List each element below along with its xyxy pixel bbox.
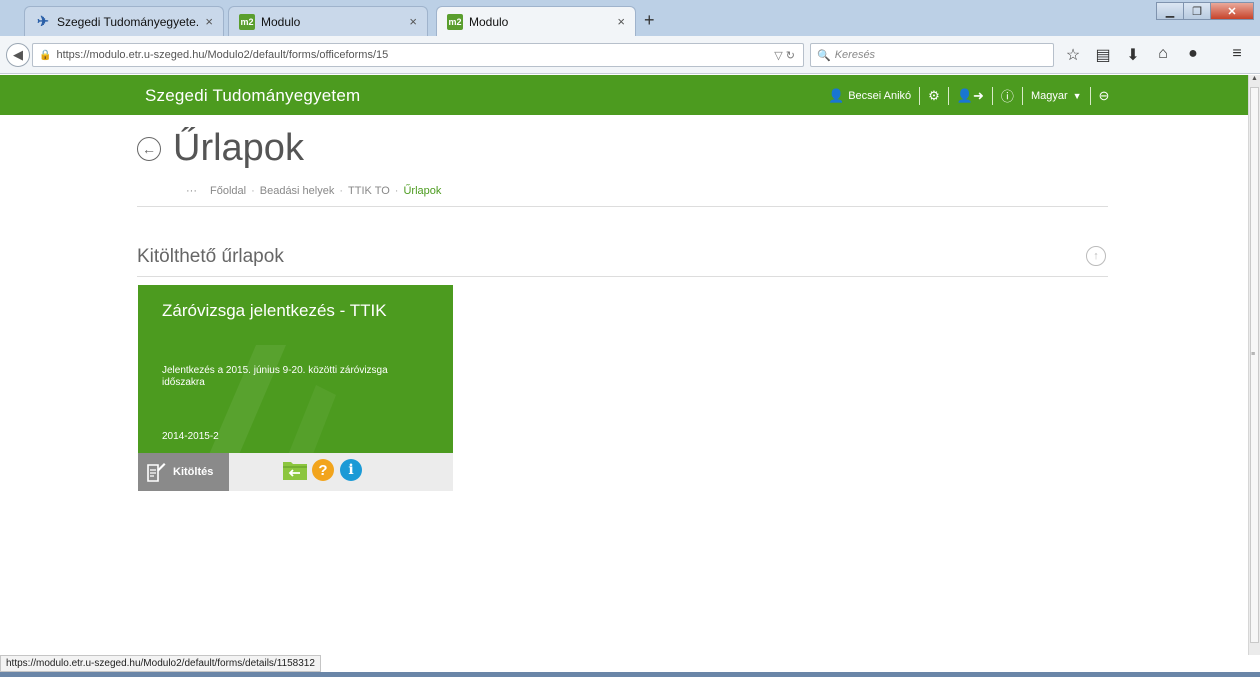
url-text: https://modulo.etr.u-szeged.hu/Modulo2/d… bbox=[56, 49, 389, 61]
close-window-button[interactable]: ✕ bbox=[1210, 2, 1254, 20]
brand-name[interactable]: Szegedi Tudományegyetem bbox=[145, 86, 360, 106]
divider bbox=[1021, 86, 1023, 105]
tab-szegedi[interactable]: ✈ Szegedi Tudományegyete... × bbox=[24, 6, 224, 36]
divider bbox=[919, 86, 921, 105]
scroll-up-icon[interactable]: ▲ bbox=[1249, 75, 1260, 82]
tab-close-icon[interactable]: × bbox=[617, 14, 625, 29]
info-icon[interactable]: i bbox=[340, 459, 362, 481]
breadcrumb-item-current: Űrlapok bbox=[403, 185, 442, 197]
window-controls: ▁ ❐ ✕ bbox=[1156, 2, 1254, 20]
question-icon[interactable]: ? bbox=[312, 459, 334, 481]
breadcrumb-item-home[interactable]: Főoldal bbox=[210, 185, 246, 197]
tab-modulo-1[interactable]: m2 Modulo × bbox=[228, 6, 428, 36]
toolbar-icons: ☆ ▤ ⬇ ⌂ ● ≡ bbox=[1058, 45, 1252, 65]
new-tab-button[interactable]: + bbox=[644, 10, 655, 31]
back-arrow-icon[interactable]: ← bbox=[137, 136, 161, 161]
up-arrow-icon[interactable]: ↑ bbox=[1086, 246, 1106, 266]
minimize-button[interactable]: ▁ bbox=[1156, 2, 1184, 20]
breadcrumb-item-ttik[interactable]: TTIK TO bbox=[348, 185, 390, 197]
back-button[interactable]: ◀ bbox=[6, 43, 30, 67]
reading-list-icon[interactable]: ▤ bbox=[1088, 45, 1118, 65]
user-icon: 👤 bbox=[828, 87, 845, 103]
page-header: ← Űrlapok bbox=[137, 127, 304, 170]
vertical-scrollbar[interactable]: ▲ ≡ bbox=[1248, 75, 1260, 655]
divider bbox=[137, 206, 1108, 207]
divider bbox=[1089, 86, 1091, 105]
search-placeholder: Keresés bbox=[834, 49, 876, 61]
document-edit-icon bbox=[147, 463, 166, 482]
restore-button[interactable]: ❐ bbox=[1183, 2, 1211, 20]
tab-modulo-active[interactable]: m2 Modulo × bbox=[436, 6, 636, 36]
folder-back-icon[interactable] bbox=[282, 459, 308, 481]
app-header: Szegedi Tudományegyetem 👤 Becsei Anikó ⚙… bbox=[0, 75, 1248, 115]
section-title: Kitölthető űrlapok bbox=[137, 246, 284, 267]
language-select[interactable]: Magyar bbox=[1031, 90, 1068, 102]
user-menu: 👤 Becsei Anikó ⚙ 👤➜ ⓘ Magyar ▼ ⊖ bbox=[828, 86, 1109, 105]
home-icon[interactable]: ⌂ bbox=[1148, 45, 1178, 65]
lock-icon: 🔒 bbox=[39, 49, 52, 61]
gear-icon[interactable]: ⚙ bbox=[928, 88, 940, 104]
form-period: 2014-2015-2 bbox=[162, 431, 219, 442]
breadcrumb: ··· Főoldal · Beadási helyek · TTIK TO ·… bbox=[186, 185, 442, 197]
scroll-grip-icon: ≡ bbox=[1251, 351, 1256, 358]
fill-button-label: Kitöltés bbox=[173, 466, 214, 478]
chevron-down-icon[interactable]: ▼ bbox=[1073, 91, 1082, 101]
modulo-favicon-icon: m2 bbox=[447, 13, 463, 30]
form-action-icons: ? i bbox=[282, 459, 362, 481]
breadcrumb-ellipsis[interactable]: ··· bbox=[186, 185, 197, 197]
tab-close-icon[interactable]: × bbox=[205, 14, 213, 29]
status-url: https://modulo.etr.u-szeged.hu/Modulo2/d… bbox=[6, 658, 315, 669]
url-bar[interactable]: 🔒 https://modulo.etr.u-szeged.hu/Modulo2… bbox=[32, 43, 804, 67]
switch-user-icon[interactable]: 👤➜ bbox=[957, 88, 984, 104]
divider bbox=[137, 276, 1108, 277]
status-bar: https://modulo.etr.u-szeged.hu/Modulo2/d… bbox=[0, 655, 321, 672]
os-taskbar bbox=[0, 672, 1260, 677]
scroll-thumb[interactable] bbox=[1250, 87, 1259, 643]
back-icon: ◀ bbox=[13, 47, 23, 62]
page-viewport: Szegedi Tudományegyetem 👤 Becsei Anikó ⚙… bbox=[0, 75, 1248, 655]
modulo-favicon-icon: m2 bbox=[239, 13, 255, 30]
chat-icon[interactable]: ● bbox=[1178, 45, 1208, 65]
browser-tab-bar: ✈ Szegedi Tudományegyete... × m2 Modulo … bbox=[0, 0, 1260, 36]
tab-label: Szegedi Tudományegyete... bbox=[57, 14, 200, 29]
form-card[interactable]: Záróvizsga jelentkezés - TTIK Jelentkezé… bbox=[138, 285, 453, 491]
page-title: Űrlapok bbox=[173, 127, 304, 169]
form-card-body[interactable]: Záróvizsga jelentkezés - TTIK Jelentkezé… bbox=[138, 285, 453, 453]
reload-icon[interactable]: ▽ ↻ bbox=[774, 49, 795, 62]
user-name[interactable]: Becsei Anikó bbox=[848, 90, 911, 102]
form-title: Záróvizsga jelentkezés - TTIK bbox=[162, 301, 387, 320]
tab-label: Modulo bbox=[261, 14, 301, 29]
browser-nav-bar: ◀ 🔒 https://modulo.etr.u-szeged.hu/Modul… bbox=[0, 36, 1260, 74]
university-favicon-icon: ✈ bbox=[37, 13, 49, 29]
divider bbox=[991, 86, 993, 105]
fill-button[interactable]: Kitöltés bbox=[138, 453, 229, 491]
search-input[interactable]: 🔍 Keresés bbox=[810, 43, 1054, 67]
download-icon[interactable]: ⬇ bbox=[1118, 45, 1148, 65]
tab-label: Modulo bbox=[469, 14, 509, 29]
form-description: Jelentkezés a 2015. június 9-20. közötti… bbox=[162, 365, 388, 388]
menu-icon[interactable]: ≡ bbox=[1222, 45, 1252, 65]
help-icon[interactable]: ⓘ bbox=[1001, 86, 1014, 105]
search-icon: 🔍 bbox=[817, 49, 831, 62]
tab-close-icon[interactable]: × bbox=[409, 14, 417, 29]
logout-icon[interactable]: ⊖ bbox=[1099, 88, 1110, 104]
breadcrumb-item-submission[interactable]: Beadási helyek bbox=[260, 185, 335, 197]
bookmark-star-icon[interactable]: ☆ bbox=[1058, 45, 1088, 65]
divider bbox=[947, 86, 949, 105]
form-card-actions: Kitöltés ? i bbox=[138, 453, 453, 491]
